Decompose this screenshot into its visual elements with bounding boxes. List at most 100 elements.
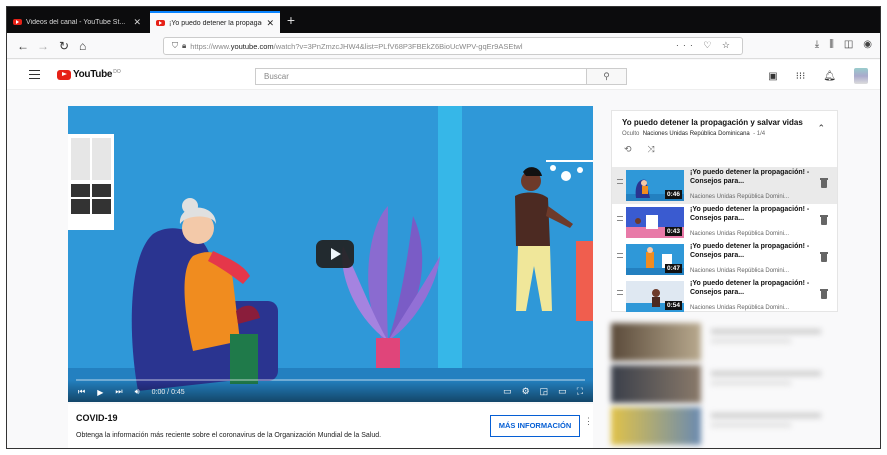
reload-icon[interactable]: ↻ xyxy=(59,38,69,54)
theater-icon[interactable]: ▭ xyxy=(558,386,567,397)
recommendation-item[interactable] xyxy=(611,365,841,403)
duration-badge: 0:47 xyxy=(664,264,682,273)
sidebar-icon[interactable]: ◫ xyxy=(844,39,853,50)
url-prefix: https://www. xyxy=(190,41,231,51)
player-controls: ⏮ ▶ ⏭ 🔊︎ 0:00 / 0:45 ▭ ⚙ ◲ ▭ ⛶ xyxy=(68,379,593,402)
youtube-header: YouTube DO Buscar ⚲ ▣ ⁝⁝⁝ 🔔︎ xyxy=(7,60,880,90)
playlist-panel: Yo puedo detener la propagación y salvar… xyxy=(611,110,838,312)
progress-bar[interactable] xyxy=(76,379,585,381)
video-thumbnail: 0:54 xyxy=(626,281,684,312)
covid-info-panel: COVID-19 Obtenga la información más reci… xyxy=(68,404,593,448)
recommendations-list xyxy=(611,323,841,448)
library-icon[interactable]: ⫼ xyxy=(829,39,834,50)
navigation-bar: ← → ↻ ⌂ ⛉ 🔒︎ https://www. youtube.com/wat… xyxy=(7,33,880,59)
more-info-button[interactable]: MÁS INFORMACIÓN xyxy=(490,415,580,437)
recommendation-item[interactable] xyxy=(611,323,841,361)
video-thumbnail: 0:43 xyxy=(626,207,684,238)
download-icon[interactable]: ⤓ xyxy=(815,39,819,50)
duration-badge: 0:43 xyxy=(664,227,682,236)
url-path: /watch?v=3PnZmzcJHW4&list=PLfV68P3FBEkZ6… xyxy=(273,41,523,51)
info-description: Obtenga la información más reciente sobr… xyxy=(76,432,382,439)
youtube-favicon-icon xyxy=(156,20,165,26)
trash-icon[interactable] xyxy=(820,252,828,262)
recommendation-item[interactable] xyxy=(611,407,841,445)
playlist-video-title: ¡Yo puedo detener la propagación! - Cons… xyxy=(690,206,810,222)
playlist-video-title: ¡Yo puedo detener la propagación! - Cons… xyxy=(690,243,810,259)
playlist-video-title: ¡Yo puedo detener la propagación! - Cons… xyxy=(690,280,810,296)
subtitles-icon[interactable]: ▭ xyxy=(503,386,512,397)
duration-badge: 0:54 xyxy=(664,301,682,310)
playlist-video-title: ¡Yo puedo detener la propagación! - Cons… xyxy=(690,169,810,185)
window-illustration xyxy=(68,134,114,230)
playlist-title[interactable]: Yo puedo detener la propagación y salvar… xyxy=(622,118,803,127)
playlist-video-channel: Naciones Unidas República Domini... xyxy=(690,231,790,237)
page-actions[interactable]: ··· ♡ ☆ xyxy=(676,40,734,51)
trash-icon[interactable] xyxy=(820,289,828,299)
youtube-play-icon xyxy=(57,69,71,80)
drag-handle-icon[interactable] xyxy=(617,179,623,184)
drag-handle-icon[interactable] xyxy=(617,253,623,258)
info-title: COVID-19 xyxy=(76,413,118,423)
shuffle-icon[interactable]: ⤨ xyxy=(648,144,655,155)
close-icon[interactable]: ✕ xyxy=(266,18,274,29)
playlist-channel[interactable]: Naciones Unidas República Dominicana xyxy=(643,131,750,137)
duration-badge: 0:46 xyxy=(664,190,682,199)
forward-icon[interactable]: → xyxy=(37,38,49,54)
previous-icon[interactable]: ⏮ xyxy=(78,387,85,397)
loop-icon[interactable]: ⟲ xyxy=(624,144,632,155)
video-player[interactable]: ⏮ ▶ ⏭ 🔊︎ 0:00 / 0:45 ▭ ⚙ ◲ ▭ ⛶ xyxy=(68,106,593,402)
tab-title: ¡Yo puedo detener la propagac... xyxy=(169,19,263,27)
url-bar[interactable]: ⛉ 🔒︎ https://www. youtube.com/watch?v=3Pn… xyxy=(163,37,743,55)
playlist-item[interactable]: 0:47 ¡Yo puedo detener la propagación! -… xyxy=(612,241,837,278)
apps-icon[interactable]: ⁝⁝⁝ xyxy=(796,71,806,82)
playlist-item[interactable]: 0:43 ¡Yo puedo detener la propagación! -… xyxy=(612,204,837,241)
header-actions: ▣ ⁝⁝⁝ 🔔︎ xyxy=(768,68,868,84)
trash-icon[interactable] xyxy=(820,178,828,188)
lock-icon: 🔒︎ xyxy=(182,41,187,50)
next-icon[interactable]: ⏭ xyxy=(115,387,122,397)
drag-handle-icon[interactable] xyxy=(617,216,623,221)
tab-videos-canal[interactable]: Videos del canal - YouTube St... ✕ xyxy=(7,11,147,33)
drag-handle-icon[interactable] xyxy=(617,290,623,295)
youtube-logo[interactable]: YouTube DO xyxy=(57,69,121,80)
avatar[interactable] xyxy=(854,68,868,84)
notifications-icon[interactable]: 🔔︎ xyxy=(823,71,836,82)
back-icon[interactable]: ← xyxy=(17,38,29,54)
tab-strip: Videos del canal - YouTube St... ✕ ¡Yo p… xyxy=(7,7,880,33)
toolbar-right: ⤓ ⫼ ◫ ◉ xyxy=(815,39,872,50)
play-icon[interactable]: ▶ xyxy=(97,388,103,397)
logo-region: DO xyxy=(113,68,121,75)
logo-text: YouTube xyxy=(73,69,113,80)
search-icon: ⚲ xyxy=(603,71,610,81)
create-video-icon[interactable]: ▣ xyxy=(768,71,777,82)
search-button[interactable]: ⚲ xyxy=(587,68,627,85)
url-domain: youtube.com xyxy=(230,41,274,51)
tab-yo-puedo[interactable]: ¡Yo puedo detener la propagac... ✕ xyxy=(150,11,280,33)
account-icon[interactable]: ◉ xyxy=(863,39,872,50)
miniplayer-icon[interactable]: ◲ xyxy=(540,386,549,397)
playlist-video-channel: Naciones Unidas República Domini... xyxy=(690,268,790,274)
visibility-label: Oculto xyxy=(622,131,640,137)
collapse-icon[interactable]: ⌃ xyxy=(817,123,825,134)
settings-icon[interactable]: ⚙ xyxy=(522,386,530,397)
more-options-icon[interactable]: ⋮ xyxy=(584,416,593,427)
playlist-position: 1/4 xyxy=(756,131,766,137)
play-button[interactable] xyxy=(316,240,354,268)
home-icon[interactable]: ⌂ xyxy=(79,38,86,54)
fullscreen-icon[interactable]: ⛶ xyxy=(577,386,583,397)
new-tab-button[interactable]: + xyxy=(283,11,299,29)
time-display: 0:00 / 0:45 xyxy=(151,388,185,396)
video-thumbnail: 0:46 xyxy=(626,170,684,201)
playlist-video-channel: Naciones Unidas República Domini... xyxy=(690,194,790,200)
playlist-actions: ⟲ ⤨ xyxy=(624,144,655,155)
trash-icon[interactable] xyxy=(820,215,828,225)
close-icon[interactable]: ✕ xyxy=(133,17,141,28)
playlist-video-channel: Naciones Unidas República Domini... xyxy=(690,305,790,311)
search-input[interactable]: Buscar xyxy=(255,68,587,85)
menu-icon[interactable] xyxy=(29,70,40,79)
playlist-item[interactable]: 0:46 ¡Yo puedo detener la propagación! -… xyxy=(612,167,837,204)
youtube-favicon-icon xyxy=(13,19,22,25)
playlist-item[interactable]: 0:54 ¡Yo puedo detener la propagación! -… xyxy=(612,278,837,315)
video-thumbnail: 0:47 xyxy=(626,244,684,275)
volume-icon[interactable]: 🔊︎ xyxy=(135,387,140,397)
